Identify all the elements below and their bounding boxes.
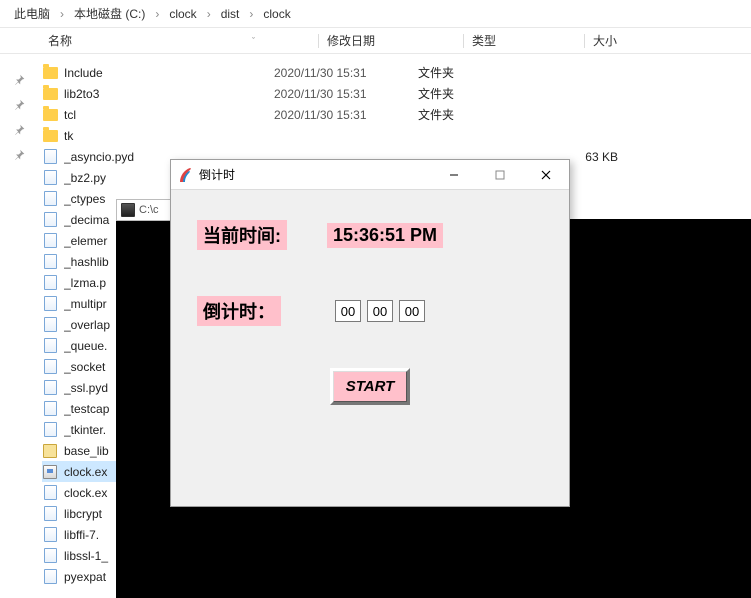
current-time-value: 15:36:51 PM — [327, 223, 443, 248]
pyd-icon — [42, 527, 58, 543]
folder-icon — [42, 128, 58, 144]
column-header-type[interactable]: 类型 — [464, 28, 584, 53]
breadcrumb-seg[interactable]: 本地磁盘 (C:) — [70, 3, 149, 24]
console-titlebar[interactable]: C:\c — [116, 199, 178, 221]
console-icon — [121, 203, 135, 217]
pyd-icon — [42, 401, 58, 417]
pyd-icon — [42, 296, 58, 312]
chevron-right-icon: › — [207, 7, 211, 21]
breadcrumb[interactable]: 此电脑 › 本地磁盘 (C:) › clock › dist › clock — [0, 0, 751, 28]
pin-icon — [14, 149, 25, 160]
pyd-icon — [42, 338, 58, 354]
folder-icon — [42, 65, 58, 81]
titlebar[interactable]: 倒计时 — [171, 160, 569, 190]
pyd-icon — [42, 485, 58, 501]
pyd-icon — [42, 422, 58, 438]
pyd-icon — [42, 149, 58, 165]
countdown-seconds-input[interactable] — [399, 300, 425, 322]
column-header-size[interactable]: 大小 — [585, 28, 685, 53]
box-icon — [42, 443, 58, 459]
exe-icon — [42, 464, 58, 480]
pyd-icon — [42, 569, 58, 585]
column-header-label: 修改日期 — [327, 32, 375, 49]
file-date: 2020/11/30 15:31 — [274, 66, 418, 80]
pyd-icon — [42, 359, 58, 375]
close-button[interactable] — [523, 160, 569, 190]
pyd-icon — [42, 233, 58, 249]
maximize-button[interactable] — [477, 160, 523, 190]
pyd-icon — [42, 317, 58, 333]
pin-icon — [14, 99, 25, 110]
file-type: 文件夹 — [418, 106, 538, 123]
column-header-label: 类型 — [472, 32, 496, 49]
pyd-icon — [42, 548, 58, 564]
file-name: Include — [64, 66, 274, 80]
file-name: lib2to3 — [64, 87, 274, 101]
file-date: 2020/11/30 15:31 — [274, 108, 418, 122]
pyd-icon — [42, 212, 58, 228]
pin-icon — [14, 124, 25, 135]
file-row[interactable]: lib2to32020/11/30 15:31文件夹 — [42, 83, 742, 104]
tk-feather-icon — [177, 167, 193, 183]
column-header-name[interactable]: 名称 ˇ — [42, 28, 318, 53]
pyd-icon — [42, 191, 58, 207]
column-header-row: 名称 ˇ 修改日期 类型 大小 — [0, 28, 751, 54]
countdown-minutes-input[interactable] — [367, 300, 393, 322]
file-name: tcl — [64, 108, 274, 122]
file-row[interactable]: Include2020/11/30 15:31文件夹 — [42, 62, 742, 83]
column-header-label: 名称 — [48, 32, 72, 49]
minimize-button[interactable] — [431, 160, 477, 190]
breadcrumb-seg[interactable]: clock — [259, 5, 294, 23]
countdown-label: 倒计时： — [197, 296, 281, 326]
pyd-icon — [42, 506, 58, 522]
window-title: 倒计时 — [199, 166, 431, 184]
countdown-hours-input[interactable] — [335, 300, 361, 322]
folder-icon — [42, 86, 58, 102]
start-button[interactable]: START — [334, 372, 407, 401]
countdown-window[interactable]: 倒计时 当前时间: 15:36:51 PM 倒计时： START — [170, 159, 570, 507]
file-name: tk — [64, 129, 274, 143]
breadcrumb-seg[interactable]: clock — [165, 5, 200, 23]
file-row[interactable]: tk — [42, 125, 742, 146]
pyd-icon — [42, 254, 58, 270]
file-date: 2020/11/30 15:31 — [274, 87, 418, 101]
column-header-label: 大小 — [593, 32, 617, 49]
file-type: 文件夹 — [418, 85, 538, 102]
chevron-right-icon: › — [60, 7, 64, 21]
breadcrumb-seg[interactable]: dist — [217, 5, 244, 23]
current-time-label: 当前时间: — [197, 220, 287, 250]
pyd-icon — [42, 275, 58, 291]
sort-indicator-icon: ˇ — [252, 36, 255, 46]
pin-icon — [14, 74, 25, 85]
chevron-right-icon: › — [249, 7, 253, 21]
folder-icon — [42, 107, 58, 123]
breadcrumb-seg[interactable]: 此电脑 — [10, 3, 54, 24]
column-header-date[interactable]: 修改日期 — [319, 28, 463, 53]
chevron-right-icon: › — [155, 7, 159, 21]
pyd-icon — [42, 380, 58, 396]
console-title: C:\c — [139, 204, 159, 216]
file-row[interactable]: tcl2020/11/30 15:31文件夹 — [42, 104, 742, 125]
pyd-icon — [42, 170, 58, 186]
file-type: 文件夹 — [418, 64, 538, 81]
quick-access-pins — [14, 74, 25, 160]
